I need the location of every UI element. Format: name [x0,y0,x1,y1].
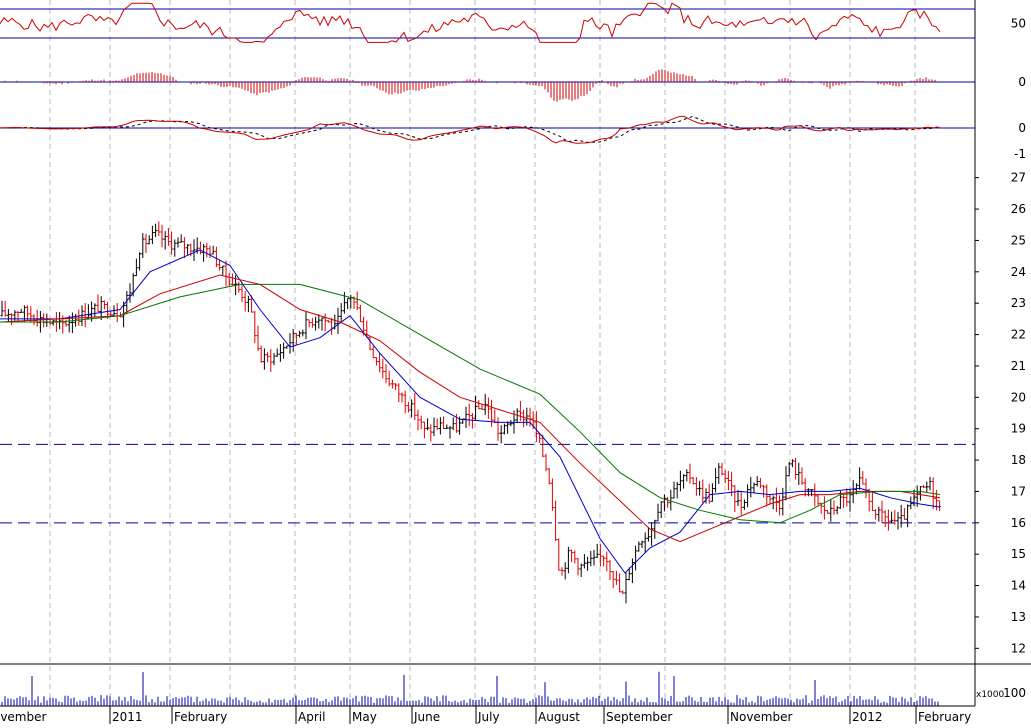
price-tick-label: 27 [1011,171,1026,185]
month-label: 2011 [112,710,143,724]
month-label: August [538,710,580,724]
macd-tick-label-1: -1 [1014,147,1026,161]
volume-unit-label: x1000 [976,690,1005,700]
chart-canvas: 50 0 0 -1 27 26 25 24 23 22 21 20 19 18 17 16 15 14 13 12 10… [0,0,1031,724]
price-tick-label: 23 [1011,296,1026,310]
month-label: June [413,710,440,724]
histogram-tick-label: 0 [1018,75,1026,89]
price-tick-label: 21 [1011,359,1026,373]
volume-tick-label: 100 [1003,686,1026,700]
month-label: February [174,710,227,724]
month-label: November [730,710,792,724]
price-tick-label: 19 [1011,422,1026,436]
month-label: May [352,710,377,724]
price-tick-label: 13 [1011,610,1026,624]
stock-chart: 50 0 0 -1 27 26 25 24 23 22 21 20 19 18 17 16 15 14 13 12 10… [0,0,1031,724]
price-tick-label: 18 [1011,453,1026,467]
price-tick-label: 20 [1011,390,1026,404]
price-tick-label: 22 [1011,328,1026,342]
month-label: September [606,710,672,724]
month-label: November [0,710,46,724]
macd-tick-label-0: 0 [1018,121,1026,135]
month-label: 2012 [852,710,883,724]
price-tick-label: 15 [1011,547,1026,561]
price-tick-label: 12 [1011,641,1026,655]
month-label: July [477,710,500,724]
price-tick-label: 24 [1011,265,1026,279]
price-tick-label: 25 [1011,233,1026,247]
price-tick-label: 17 [1011,484,1026,498]
month-label: February [918,710,971,724]
price-tick-label: 26 [1011,202,1026,216]
price-tick-label: 14 [1011,579,1026,593]
oscillator-tick-label: 50 [1011,17,1026,31]
month-label: April [298,710,325,724]
chart-background [0,0,1031,724]
price-tick-label: 16 [1011,516,1026,530]
